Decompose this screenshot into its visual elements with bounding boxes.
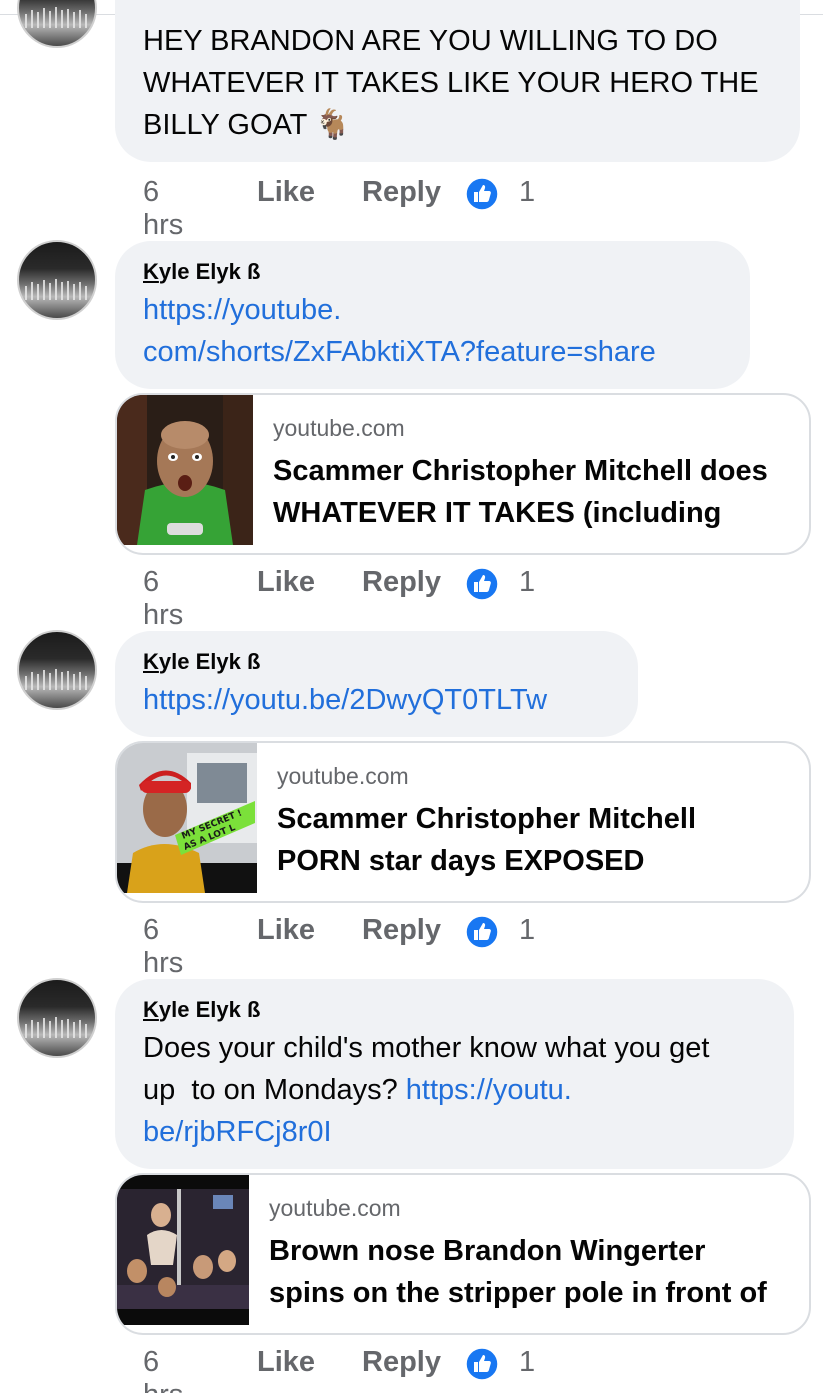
commenter-avatar[interactable] [17, 978, 97, 1058]
comment-text-line: up to on Mondays? https://youtu. [143, 1074, 572, 1106]
comment-author[interactable]: Kyle Elyk ß [143, 649, 260, 675]
like-reaction-icon[interactable] [465, 567, 499, 601]
link-title-line[interactable]: spins on the stripper pole in front of [269, 1272, 767, 1314]
like-button[interactable]: Like [257, 566, 315, 599]
comment-author[interactable]: Kyle Elyk ß [143, 259, 260, 285]
like-button[interactable]: Like [257, 1346, 315, 1379]
reaction-count[interactable]: 1 [519, 914, 535, 947]
comment-link[interactable]: https://youtube. [143, 289, 341, 331]
video-thumbnail[interactable]: MY SECRET !AS A LOT L [117, 743, 257, 893]
link-domain: youtube.com [277, 763, 409, 789]
reply-button[interactable]: Reply [362, 914, 441, 947]
comment-text-line: WHATEVER IT TAKES LIKE YOUR HERO THE [143, 67, 759, 99]
comment-author[interactable]: Kyle Elyk ß [143, 997, 260, 1023]
link-domain: youtube.com [273, 415, 405, 441]
like-reaction-icon[interactable] [465, 177, 499, 211]
commenter-avatar[interactable] [17, 630, 97, 710]
link-title-line[interactable]: Scammer Christopher Mitchell [277, 798, 696, 840]
reaction-count[interactable]: 1 [519, 176, 535, 209]
reply-button[interactable]: Reply [362, 566, 441, 599]
comment-timestamp[interactable]: 6 hrs [143, 914, 183, 980]
like-button[interactable]: Like [257, 914, 315, 947]
like-reaction-icon[interactable] [465, 915, 499, 949]
comment-link[interactable]: https://youtu. [406, 1074, 572, 1106]
link-preview-card[interactable]: MY SECRET ! AS A LOT L youtube.com Scamme… [115, 741, 811, 903]
comment-text-line: Does your child's mother know what you g… [143, 1032, 710, 1064]
comment-bubble: Kyle Elyk ß Does your child's mother kno… [115, 979, 794, 1169]
comment-link[interactable]: com/shorts/ZxFAbktiXTA?feature=share [143, 331, 656, 373]
comment-timestamp[interactable]: 6 hrs [143, 566, 183, 632]
comment-text-line: HEY BRANDON ARE YOU WILLING TO DO [143, 25, 718, 57]
comment-bubble: Kyle Elyk ß https://youtu.be/2DwyQT0TLTw [115, 631, 638, 737]
comment-timestamp[interactable]: 6 hrs [143, 176, 183, 242]
comment-link[interactable]: https://youtu.be/2DwyQT0TLTw [143, 679, 547, 721]
link-title-line[interactable]: WHATEVER IT TAKES (including [273, 492, 721, 534]
link-domain: youtube.com [269, 1195, 401, 1221]
commenter-avatar[interactable] [17, 0, 97, 48]
link-title-line[interactable]: Brown nose Brandon Wingerter [269, 1230, 705, 1272]
comment-link[interactable]: be/rjbRFCj8r0I [143, 1111, 332, 1153]
link-title-line[interactable]: Scammer Christopher Mitchell does [273, 450, 768, 492]
reply-button[interactable]: Reply [362, 1346, 441, 1379]
link-preview-card[interactable]: youtube.com Brown nose Brandon Wingerter… [115, 1173, 811, 1335]
reaction-count[interactable]: 1 [519, 1346, 535, 1379]
link-title-line[interactable]: PORN star days EXPOSED [277, 840, 644, 882]
reply-button[interactable]: Reply [362, 176, 441, 209]
video-thumbnail[interactable] [117, 395, 253, 545]
video-thumbnail[interactable] [117, 1175, 249, 1325]
like-button[interactable]: Like [257, 176, 315, 209]
comment-bubble: HEY BRANDON ARE YOU WILLING TO DO WHATEV… [115, 0, 800, 162]
comment-text-line: BILLY GOAT 🐐 [143, 109, 352, 141]
commenter-avatar[interactable] [17, 240, 97, 320]
like-reaction-icon[interactable] [465, 1347, 499, 1381]
comment-bubble: Kyle Elyk ß https://youtube. com/shorts/… [115, 241, 750, 389]
link-preview-card[interactable]: youtube.com Scammer Christopher Mitchell… [115, 393, 811, 555]
reaction-count[interactable]: 1 [519, 566, 535, 599]
comment-timestamp[interactable]: 6 hrs [143, 1346, 183, 1393]
